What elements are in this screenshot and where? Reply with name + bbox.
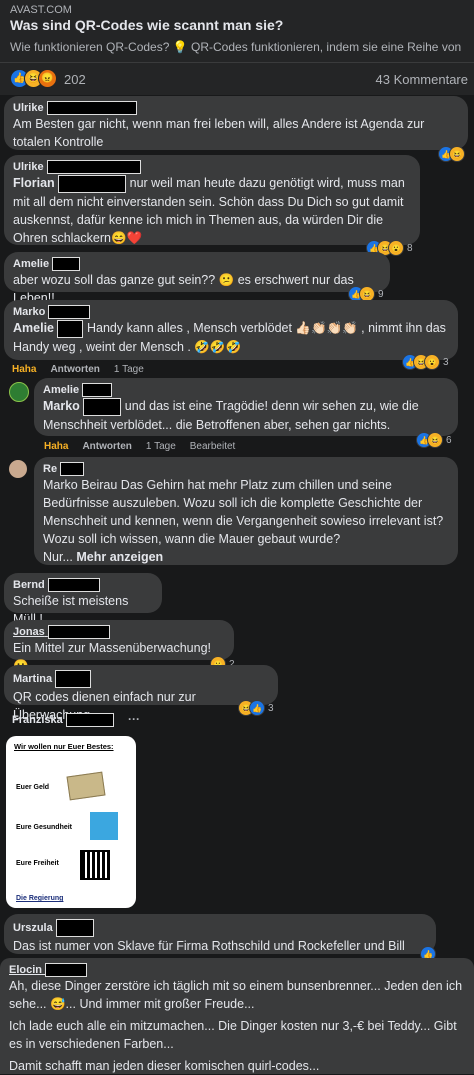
- comment-author[interactable]: Ulrike: [13, 160, 411, 175]
- tagged-user[interactable]: Florian: [13, 176, 55, 190]
- edited-label: Bearbeitet: [189, 441, 236, 452]
- haha-reaction-icon: 😆: [449, 146, 465, 162]
- comment-reactions[interactable]: 👍 😆: [438, 146, 465, 162]
- comment-author[interactable]: Amelie: [13, 257, 381, 272]
- meme-image[interactable]: Wir wollen nur Euer Bestes: Euer Geld Eu…: [6, 736, 136, 908]
- timestamp[interactable]: 1 Tage: [114, 364, 144, 375]
- comment-author[interactable]: Urszula: [13, 919, 427, 937]
- see-more-link[interactable]: Mehr anzeigen: [76, 550, 163, 564]
- comment-author[interactable]: Franziska: [12, 713, 114, 727]
- link-subtitle: Wie funktionieren QR-Codes? 💡 QR-Codes f…: [10, 40, 462, 54]
- comment-text: Marko Beirau Das Gehirn hat mehr Platz z…: [43, 478, 444, 547]
- post-stats-bar: 👍 😆 😠 202 43 Kommentare: [0, 62, 474, 95]
- avatar[interactable]: [9, 382, 29, 402]
- comment-text: Am Besten gar nicht, wenn man frei leben…: [13, 117, 425, 150]
- comment-actions: Haha Antworten 1 Tage Bearbeitet: [44, 441, 249, 452]
- comment-paragraph: Damit schafft man jeden dieser komischen…: [9, 1059, 320, 1074]
- comment-bubble: Ulrike Am Besten gar nicht, wenn man fre…: [4, 96, 468, 150]
- like-reaction-icon: 👍: [249, 700, 265, 716]
- qr-code-icon: [80, 850, 110, 880]
- tagged-user[interactable]: Amelie: [13, 321, 54, 335]
- money-icon: [66, 771, 106, 801]
- comment-bubble: Amelie aber wozu soll das ganze gut sein…: [4, 252, 390, 305]
- reaction-icons[interactable]: 👍 😆 😠: [10, 69, 57, 88]
- link-preview[interactable]: AVAST.COM Was sind QR-Codes wie scannt m…: [0, 0, 474, 62]
- meme-row-money: Euer Geld: [16, 784, 50, 791]
- syringe-icon: [90, 812, 118, 840]
- meme-row-health: Eure Gesundheit: [16, 824, 73, 831]
- reaction-count[interactable]: 202: [64, 72, 86, 87]
- reaction-count: 3: [268, 702, 274, 714]
- truncated-text: Nur...: [43, 550, 73, 565]
- meme-heading: Wir wollen nur Euer Bestes:: [14, 742, 114, 751]
- avatar[interactable]: [9, 460, 27, 478]
- comment-bubble: Ulrike Florian nur weil man heute dazu g…: [4, 155, 420, 245]
- comment-author[interactable]: Elocin: [9, 963, 465, 978]
- comment-bubble: Marko Amelie Handy kann alles , Mensch v…: [4, 300, 458, 360]
- reaction-count: 6: [446, 434, 452, 446]
- comment-bubble: Bernd Scheiße ist meistens Müll !: [4, 573, 162, 626]
- comment-author[interactable]: Ulrike: [13, 101, 459, 116]
- comment-bubble: Amelie Marko und das ist eine Tragödie! …: [34, 378, 458, 436]
- comment-author[interactable]: Marko: [13, 305, 449, 320]
- comment-bubble: Elocin Ah, diese Dinger zerstöre ich täg…: [0, 958, 474, 1074]
- comment-paragraph: Ah, diese Dinger zerstöre ich täglich mi…: [9, 979, 463, 1012]
- tagged-user[interactable]: Marko: [43, 399, 80, 413]
- link-title[interactable]: Was sind QR-Codes wie scannt man sie?: [10, 17, 283, 33]
- comment-author[interactable]: Amelie: [43, 383, 449, 398]
- comment-bubble: Urszula Das ist numer von Sklave für Fir…: [4, 914, 436, 971]
- comment-actions: Haha Antworten 1 Tage: [12, 364, 158, 375]
- wow-reaction-icon: 😮: [424, 354, 440, 370]
- comment-reactions[interactable]: 😆 👍 3: [238, 700, 274, 716]
- reply-button[interactable]: Antworten: [82, 441, 131, 452]
- comment-reactions[interactable]: 👍 😆 6: [416, 432, 452, 448]
- comment-paragraph: Ich lade euch alle ein mitzumachen... Di…: [9, 1019, 457, 1052]
- comments-count[interactable]: 43 Kommentare: [376, 72, 469, 87]
- wow-reaction-icon: 😮: [388, 240, 404, 256]
- link-source: AVAST.COM: [10, 4, 72, 16]
- comment-bubble: Re Marko Beirau Das Gehirn hat mehr Plat…: [34, 457, 458, 565]
- comment-author[interactable]: Re: [43, 462, 449, 477]
- haha-reaction-icon: 😆: [427, 432, 443, 448]
- reaction-count: 3: [443, 356, 449, 368]
- meme-row-freedom: Eure Freiheit: [16, 860, 59, 867]
- timestamp[interactable]: 1 Tage: [146, 441, 176, 452]
- comment-author[interactable]: Martina: [13, 670, 269, 688]
- more-options-icon[interactable]: ···: [128, 712, 140, 726]
- reaction-count: 9: [378, 288, 384, 300]
- reaction-count: 8: [407, 242, 413, 254]
- comment-author[interactable]: Jonas: [13, 625, 225, 640]
- angry-reaction-icon: 😠: [38, 69, 57, 88]
- comment-author[interactable]: Bernd: [13, 578, 153, 593]
- reply-button[interactable]: Antworten: [50, 364, 99, 375]
- haha-button[interactable]: Haha: [44, 441, 68, 452]
- comment-bubble: Jonas Ein Mittel zur Massenüberwachung! …: [4, 620, 234, 673]
- meme-footer: Die Regierung: [16, 895, 64, 902]
- comment-bubble: Martina QR codes dienen einfach nur zur …: [4, 665, 278, 722]
- comment-reactions[interactable]: 👍 😆 😮 3: [402, 354, 449, 370]
- haha-button[interactable]: Haha: [12, 364, 36, 375]
